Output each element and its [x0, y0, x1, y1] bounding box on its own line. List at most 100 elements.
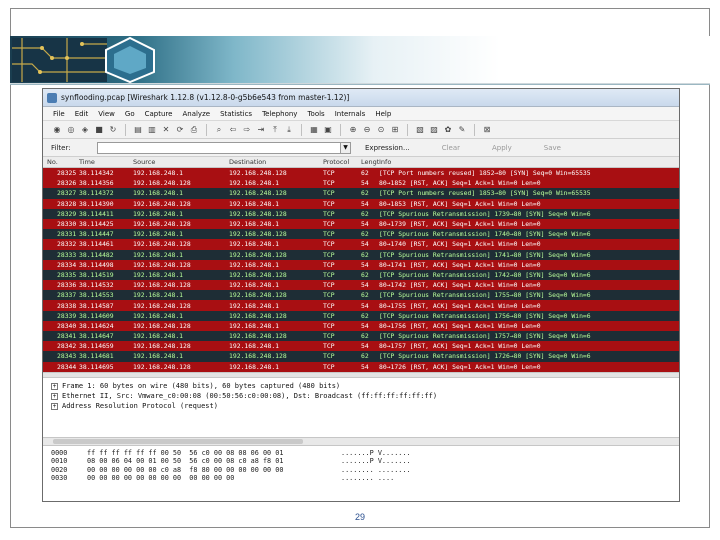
packet-cell-proto: TCP [323, 311, 335, 320]
packet-row[interactable]: 28329 38.114411 192.168.248.1 192.168.248.1… [43, 208, 679, 219]
coloring-rules-icon[interactable]: ✿ [442, 124, 454, 136]
packet-row[interactable]: 28334 38.114498 192.168.248.128 192.168.248… [43, 259, 679, 270]
clear-button[interactable]: Clear [442, 144, 460, 152]
close-file-icon[interactable]: ✕ [160, 124, 172, 136]
packet-row[interactable]: 28326 38.114356 192.168.248.128 192.168.248… [43, 178, 679, 189]
packet-row[interactable]: 28335 38.114519 192.168.248.1 192.168.248.1… [43, 269, 679, 281]
auto-scroll-icon[interactable]: ▣ [322, 124, 334, 136]
details-scrollbar[interactable] [43, 438, 679, 446]
packet-row[interactable]: 28343 38.114681 192.168.248.1 192.168.248.1… [43, 351, 679, 362]
column-protocol[interactable]: Protocol [323, 158, 361, 166]
packet-row[interactable]: 28328 38.114390 192.168.248.128 192.168.248… [43, 198, 679, 209]
packet-row[interactable]: 28340 38.114624 192.168.248.128 192.168.248… [43, 320, 679, 331]
detail-frame[interactable]: + Frame 1: 60 bytes on wire (480 bits), … [51, 381, 679, 391]
go-to-packet-icon[interactable]: ⇥ [255, 124, 267, 136]
packet-row[interactable]: 28330 38.114425 192.168.248.128 192.168.248… [43, 218, 679, 230]
column-info[interactable]: Info [379, 158, 679, 166]
expression-button[interactable]: Expression... [365, 144, 410, 152]
column-time[interactable]: Time [79, 158, 133, 166]
start-capture-icon[interactable]: ◈ [79, 124, 91, 136]
zoom-normal-icon[interactable]: ⊙ [375, 124, 387, 136]
column-no[interactable]: No. [43, 158, 79, 166]
packet-row[interactable]: 28333 38.114482 192.168.248.1 192.168.248.1… [43, 249, 679, 260]
packet-row[interactable]: 28338 38.114587 192.168.248.128 192.168.248… [43, 300, 679, 311]
menu-telephony[interactable]: Telephony [262, 110, 297, 118]
packet-cell-proto: TCP [323, 230, 335, 239]
capture-filters-icon[interactable]: ▧ [414, 124, 426, 136]
packet-cell-dst: 192.168.248.128 [229, 189, 287, 198]
packet-details-pane[interactable]: + Frame 1: 60 bytes on wire (480 bits), … [43, 378, 679, 438]
packet-bytes-pane[interactable]: 0000 ff ff ff ff ff ff 00 50 56 c0 00 08… [43, 446, 679, 501]
packet-cell-info: 80→1739 [RST, ACK] Seq=1 Ack=1 Win=0 Len… [379, 220, 541, 229]
packet-cell-proto: TCP [323, 240, 335, 249]
menu-analyze[interactable]: Analyze [182, 110, 210, 118]
packet-cell-proto: TCP [323, 352, 335, 361]
packet-cell-time: 38.114498 [79, 260, 114, 269]
filter-input[interactable] [97, 141, 341, 154]
interfaces-icon[interactable]: ◉ [51, 124, 63, 136]
menu-tools[interactable]: Tools [307, 110, 324, 118]
first-packet-icon[interactable]: ⤒ [269, 124, 281, 136]
packet-cell-no: 28334 [57, 260, 77, 269]
detail-arp[interactable]: + Address Resolution Protocol (request) [51, 401, 679, 411]
detail-ethernet[interactable]: + Ethernet II, Src: Vmware_c0:00:08 (00:… [51, 391, 679, 401]
packet-cell-proto: TCP [323, 209, 335, 218]
save-button[interactable]: Save [544, 144, 561, 152]
packet-row[interactable]: 28336 38.114532 192.168.248.128 192.168.248… [43, 280, 679, 291]
reload-icon[interactable]: ⟳ [174, 124, 186, 136]
print-icon[interactable]: ⎙ [188, 124, 200, 136]
packet-cell-no: 28333 [57, 250, 77, 259]
window-titlebar[interactable]: synflooding.pcap [Wireshark 1.12.8 (v1.1… [43, 89, 679, 107]
packet-row[interactable]: 28342 38.114659 192.168.248.128 192.168.248… [43, 341, 679, 352]
filter-dropdown-icon[interactable]: ▼ [341, 141, 351, 154]
packet-row[interactable]: 28337 38.114553 192.168.248.1 192.168.248.1… [43, 290, 679, 301]
menu-go[interactable]: Go [125, 110, 135, 118]
capture-options-icon[interactable]: ◎ [65, 124, 77, 136]
packet-cell-time: 38.114553 [79, 291, 114, 300]
column-source[interactable]: Source [133, 158, 229, 166]
save-file-icon[interactable]: ▥ [146, 124, 158, 136]
menu-help[interactable]: Help [375, 110, 391, 118]
packet-row[interactable]: 28339 38.114609 192.168.248.1 192.168.248.1… [43, 310, 679, 321]
help-icon[interactable]: ⊠ [481, 124, 493, 136]
zoom-in-icon[interactable]: ⊕ [347, 124, 359, 136]
menu-capture[interactable]: Capture [145, 110, 173, 118]
menu-internals[interactable]: Internals [335, 110, 366, 118]
zoom-out-icon[interactable]: ⊖ [361, 124, 373, 136]
packet-row[interactable]: 28332 38.114461 192.168.248.128 192.168.248… [43, 239, 679, 250]
bytes-offset: 0010 [51, 457, 68, 466]
go-forward-icon[interactable]: ⇨ [241, 124, 253, 136]
packet-cell-info: [TCP Spurious Retransmission] 1740→80 [S… [379, 230, 591, 239]
packet-row[interactable]: 28325 38.114342 192.168.248.1 192.168.248.1… [43, 168, 679, 179]
detail-ethernet-text: Ethernet II, Src: Vmware_c0:00:08 (00:50… [62, 392, 438, 400]
last-packet-icon[interactable]: ⤓ [283, 124, 295, 136]
restart-capture-icon[interactable]: ↻ [107, 124, 119, 136]
find-packet-icon[interactable]: ⌕ [213, 124, 225, 136]
stop-capture-icon[interactable]: ■ [93, 124, 105, 136]
packet-cell-src: 192.168.248.1 [133, 230, 184, 239]
resize-columns-icon[interactable]: ⊞ [389, 124, 401, 136]
packet-row[interactable]: 28344 38.114695 192.168.248.128 192.168.248… [43, 361, 679, 372]
column-destination[interactable]: Destination [229, 158, 323, 166]
column-length[interactable]: Length [361, 158, 379, 166]
display-filters-icon[interactable]: ▨ [428, 124, 440, 136]
scrollbar-thumb[interactable] [53, 439, 303, 444]
expand-icon[interactable]: + [51, 382, 58, 390]
packet-row[interactable]: 28331 38.114447 192.168.248.1 192.168.248.1… [43, 229, 679, 240]
open-file-icon[interactable]: ▤ [132, 124, 144, 136]
colorize-icon[interactable]: ▦ [308, 124, 320, 136]
packet-cell-proto: TCP [323, 332, 335, 341]
packet-row[interactable]: 28341 38.114647 192.168.248.1 192.168.248.1… [43, 331, 679, 342]
packet-list[interactable]: 28325 38.114342 192.168.248.1 192.168.248.1… [43, 168, 679, 372]
menu-view[interactable]: View [98, 110, 115, 118]
packet-cell-info: [TCP Spurious Retransmission] 1741→80 [S… [379, 250, 591, 259]
preferences-icon[interactable]: ✎ [456, 124, 468, 136]
menu-edit[interactable]: Edit [75, 110, 89, 118]
menu-file[interactable]: File [53, 110, 65, 118]
apply-button[interactable]: Apply [492, 144, 512, 152]
menu-statistics[interactable]: Statistics [220, 110, 252, 118]
packet-row[interactable]: 28327 38.114372 192.168.248.1 192.168.248.1… [43, 188, 679, 199]
go-back-icon[interactable]: ⇦ [227, 124, 239, 136]
expand-icon[interactable]: + [51, 392, 58, 400]
expand-icon[interactable]: + [51, 402, 58, 410]
